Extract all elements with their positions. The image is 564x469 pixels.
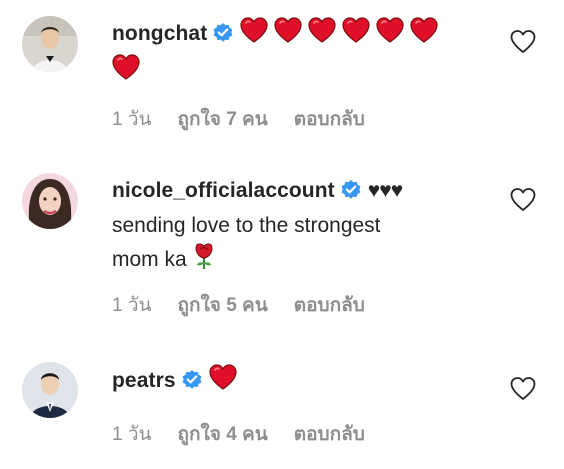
- comment-second-line: [112, 54, 504, 91]
- red-heart-icon: [240, 17, 269, 54]
- avatar-image: [22, 362, 78, 418]
- avatar[interactable]: [22, 362, 78, 418]
- red-heart-icon: [112, 54, 140, 91]
- username[interactable]: nongchat: [112, 22, 207, 45]
- rose-icon: [193, 242, 215, 280]
- like-comment-button[interactable]: [509, 28, 537, 56]
- avatar[interactable]: [22, 173, 78, 229]
- avatar-image: [22, 173, 78, 229]
- red-heart-icon: [342, 17, 370, 54]
- reply-button[interactable]: ตอบกลับ: [294, 423, 365, 447]
- comment-text-line: sending love to the strongest: [112, 214, 381, 237]
- avatar[interactable]: [22, 16, 78, 72]
- comment-text: mom ka: [112, 248, 187, 271]
- verified-badge-icon: [181, 368, 203, 400]
- comment-time[interactable]: 1 วัน: [112, 108, 152, 132]
- heart-outline-icon: [510, 188, 536, 211]
- heart-outline-icon: [510, 30, 536, 53]
- red-heart-icon: [274, 17, 302, 54]
- like-comment-button[interactable]: [509, 375, 537, 403]
- like-comment-button[interactable]: [509, 186, 537, 214]
- comment-first-line: peatrs: [112, 364, 504, 401]
- red-heart-icon: [308, 17, 336, 54]
- red-heart-icon: [208, 364, 237, 401]
- comment-first-line: nongchat: [112, 17, 504, 54]
- red-heart-icon: [375, 17, 404, 54]
- comment-text-line-2: mom ka: [112, 242, 504, 280]
- heart-outline-icon: [510, 377, 536, 400]
- verified-badge-icon: [212, 21, 234, 53]
- comment-time[interactable]: 1 วัน: [112, 294, 152, 318]
- reply-button[interactable]: ตอบกลับ: [294, 108, 365, 132]
- red-heart-icon: [409, 17, 438, 54]
- comment-first-line: nicole_officialaccount ♥♥♥: [112, 175, 504, 210]
- comment-meta: 1 วัน ถูกใจ 5 คน ตอบกลับ: [112, 294, 391, 318]
- comment-meta: 1 วัน ถูกใจ 7 คน ตอบกลับ: [112, 108, 391, 132]
- verified-badge-icon: [340, 178, 362, 210]
- comment-time[interactable]: 1 วัน: [112, 423, 152, 447]
- reply-button[interactable]: ตอบกลับ: [294, 294, 365, 318]
- username[interactable]: peatrs: [112, 369, 176, 392]
- avatar-image: [22, 16, 78, 72]
- like-count[interactable]: ถูกใจ 4 คน: [178, 423, 268, 447]
- like-count[interactable]: ถูกใจ 5 คน: [178, 294, 268, 318]
- like-count[interactable]: ถูกใจ 7 คน: [178, 108, 268, 132]
- username[interactable]: nicole_officialaccount: [112, 179, 335, 202]
- comment-inline-text: ♥♥♥: [367, 179, 403, 202]
- comment-meta: 1 วัน ถูกใจ 4 คน ตอบกลับ: [112, 423, 391, 447]
